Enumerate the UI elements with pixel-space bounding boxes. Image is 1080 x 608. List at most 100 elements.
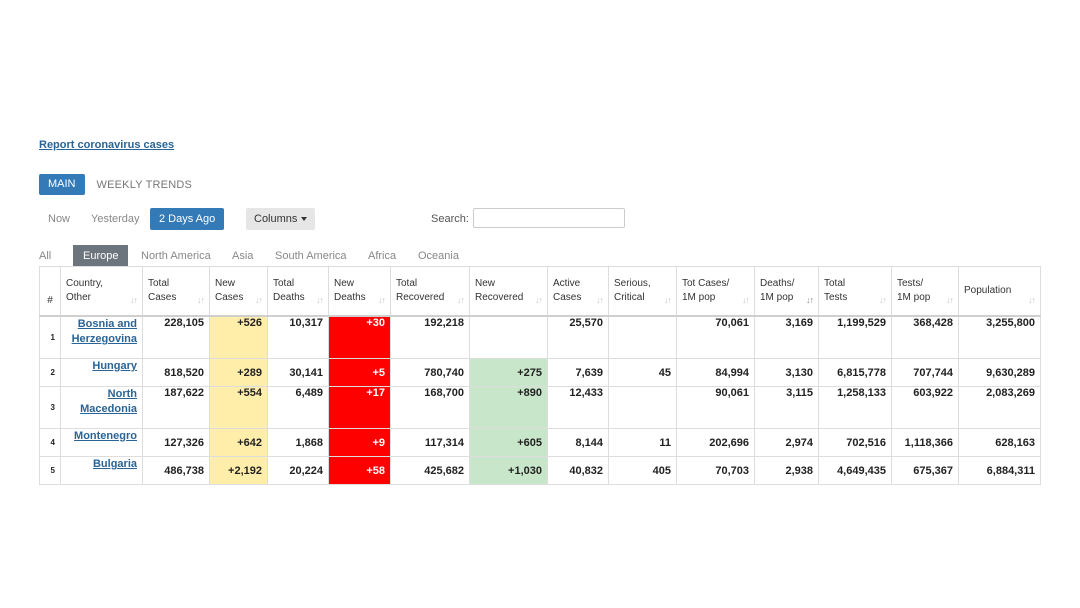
sort-icon: ↓↑	[316, 295, 324, 305]
data-cell: 20,224	[267, 456, 329, 485]
sort-icon: ↓↑	[879, 295, 887, 305]
countries-table: # Country, Other ↓↑ Total Cases ↓↑ New Cases ↓…	[39, 266, 1041, 485]
sort-icon: ↓↑	[946, 295, 954, 305]
column-header-label: Deaths/ 1M pop	[760, 278, 795, 303]
data-cell: 628,163	[958, 428, 1041, 457]
data-cell: 3,130	[754, 358, 819, 387]
data-cell: 2,938	[754, 456, 819, 485]
region-tab-all[interactable]: All	[39, 245, 51, 267]
tab-main[interactable]: MAIN	[39, 174, 85, 195]
country-link[interactable]: Bosnia and Herzegovina	[72, 318, 137, 345]
country-link[interactable]: Hungary	[92, 360, 137, 372]
day-yesterday-button[interactable]: Yesterday	[91, 208, 140, 230]
region-tab-south-america[interactable]: South America	[275, 245, 347, 267]
column-header-label: New Cases	[215, 278, 244, 303]
row-index: 2	[39, 358, 61, 387]
region-tab-oceania[interactable]: Oceania	[418, 245, 459, 267]
column-header[interactable]: Deaths/ 1M pop ↓↑	[754, 266, 819, 317]
data-cell: +58	[328, 456, 391, 485]
column-header[interactable]: Tot Cases/ 1M pop ↓↑	[676, 266, 755, 317]
data-cell: 70,061	[676, 315, 755, 359]
data-cell: 780,740	[390, 358, 470, 387]
day-2-days-ago-button[interactable]: 2 Days Ago	[150, 208, 225, 230]
data-cell: 1,199,529	[818, 315, 892, 359]
column-header[interactable]: Total Recovered ↓↑	[390, 266, 470, 317]
data-cell: 702,516	[818, 428, 892, 457]
column-header[interactable]: #	[39, 266, 61, 317]
column-header-label: New Recovered	[475, 278, 524, 303]
data-cell	[469, 315, 548, 359]
data-cell: +17	[328, 386, 391, 429]
tab-weekly-trends[interactable]: WEEKLY TRENDS	[97, 179, 193, 191]
country-link[interactable]: Bulgaria	[93, 458, 137, 470]
table-row: 5 Bulgaria 486,738 +2,192 20,224 +58 425,682 +1…	[39, 456, 1041, 485]
data-cell	[608, 386, 677, 429]
search-input[interactable]	[473, 208, 625, 228]
data-cell: 228,105	[142, 315, 210, 359]
region-tab-asia[interactable]: Asia	[232, 245, 253, 267]
column-header[interactable]: Total Deaths ↓↑	[267, 266, 329, 317]
country-cell: Bulgaria	[60, 456, 143, 485]
sort-icon: ↓↑	[742, 295, 750, 305]
data-cell: 11	[608, 428, 677, 457]
data-cell: +642	[209, 428, 268, 457]
sort-icon: ↓↑	[457, 295, 465, 305]
data-cell: 90,061	[676, 386, 755, 429]
column-header[interactable]: Total Cases ↓↑	[142, 266, 210, 317]
data-cell: 2,083,269	[958, 386, 1041, 429]
data-cell: +554	[209, 386, 268, 429]
column-header[interactable]: Total Tests ↓↑	[818, 266, 892, 317]
country-link[interactable]: Montenegro	[74, 430, 137, 442]
data-cell: 1,258,133	[818, 386, 892, 429]
column-header-label: #	[47, 295, 53, 306]
data-cell: 127,326	[142, 428, 210, 457]
column-header-label: Tests/ 1M pop	[897, 278, 931, 303]
sort-icon: ↓↑	[596, 295, 604, 305]
column-header-label: Active Cases	[553, 278, 582, 303]
data-cell: 7,639	[547, 358, 609, 387]
day-now-button[interactable]: Now	[48, 208, 70, 230]
data-cell: +605	[469, 428, 548, 457]
data-cell: 187,622	[142, 386, 210, 429]
region-tab-north-america[interactable]: North America	[141, 245, 211, 267]
data-cell: 3,255,800	[958, 315, 1041, 359]
column-header[interactable]: New Deaths ↓↑	[328, 266, 391, 317]
column-header-label: Serious, Critical	[614, 278, 651, 303]
data-cell: +526	[209, 315, 268, 359]
column-header[interactable]: Tests/ 1M pop ↓↑	[891, 266, 959, 317]
data-cell: 25,570	[547, 315, 609, 359]
columns-dropdown[interactable]: Columns	[246, 208, 316, 230]
table-header-row: # Country, Other ↓↑ Total Cases ↓↑ New Cases ↓…	[39, 266, 1041, 317]
column-header[interactable]: Active Cases ↓↑	[547, 266, 609, 317]
data-cell: 45	[608, 358, 677, 387]
data-cell: 8,144	[547, 428, 609, 457]
column-header[interactable]: Population ↓↑	[958, 266, 1041, 317]
data-cell: 192,218	[390, 315, 470, 359]
data-cell: 84,994	[676, 358, 755, 387]
report-cases-link[interactable]: Report coronavirus cases	[39, 139, 174, 151]
column-header[interactable]: Serious, Critical ↓↑	[608, 266, 677, 317]
column-header-label: Population	[964, 285, 1012, 296]
sort-icon: ↓↑	[806, 295, 814, 305]
data-cell: 40,832	[547, 456, 609, 485]
data-cell: 1,118,366	[891, 428, 959, 457]
column-header[interactable]: New Recovered ↓↑	[469, 266, 548, 317]
region-tab-africa[interactable]: Africa	[368, 245, 396, 267]
row-index: 3	[39, 386, 61, 429]
data-cell: 6,489	[267, 386, 329, 429]
data-cell: 707,744	[891, 358, 959, 387]
row-index: 4	[39, 428, 61, 457]
country-link[interactable]: North Macedonia	[80, 388, 137, 415]
data-cell: 4,649,435	[818, 456, 892, 485]
data-cell: 818,520	[142, 358, 210, 387]
sort-icon: ↓↑	[664, 295, 672, 305]
region-tab-europe[interactable]: Europe	[73, 245, 129, 267]
data-cell: 12,433	[547, 386, 609, 429]
data-cell: 6,815,778	[818, 358, 892, 387]
column-header[interactable]: Country, Other ↓↑	[60, 266, 143, 317]
table-row: 3 North Macedonia 187,622 +554 6,489 +17 168,7…	[39, 386, 1041, 429]
data-cell: +9	[328, 428, 391, 457]
column-header[interactable]: New Cases ↓↑	[209, 266, 268, 317]
country-cell: Hungary	[60, 358, 143, 387]
data-cell: 6,884,311	[958, 456, 1041, 485]
